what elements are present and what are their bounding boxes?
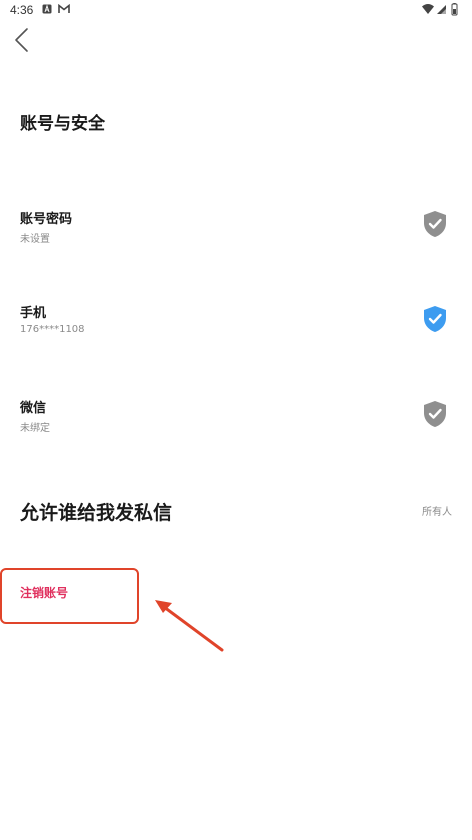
wechat-row[interactable]: 微信 未绑定 (0, 397, 472, 457)
password-row[interactable]: 账号密码 未设置 (0, 208, 472, 268)
private-message-row[interactable]: 允许谁给我发私信 所有人 (0, 492, 472, 528)
shield-check-icon (424, 306, 446, 332)
a-icon (42, 4, 52, 14)
password-status: 未设置 (20, 234, 50, 245)
chevron-left-icon (15, 28, 28, 52)
phone-title: 手机 (20, 306, 47, 321)
wechat-title: 微信 (20, 401, 47, 416)
status-icons (422, 3, 458, 16)
password-title: 账号密码 (20, 212, 73, 227)
battery-icon (451, 3, 458, 16)
phone-row[interactable]: 手机 176****1108 (0, 302, 472, 362)
status-time: 4:36 (10, 3, 34, 17)
shield-check-icon (424, 401, 446, 427)
cancel-account-button[interactable]: 注销账号 (20, 584, 68, 601)
annotation-arrow-icon (155, 600, 224, 652)
shield-check-icon (424, 211, 446, 237)
wechat-status: 未绑定 (20, 423, 50, 434)
back-button[interactable] (8, 26, 36, 54)
status-bar: 4:36 (0, 0, 472, 20)
wifi-icon (422, 4, 434, 14)
page-title: 账号与安全 (20, 114, 105, 134)
gmail-icon (58, 4, 70, 13)
private-message-title: 允许谁给我发私信 (20, 502, 173, 524)
phone-number: 176****1108 (20, 324, 85, 335)
private-message-value: 所有人 (422, 507, 452, 518)
signal-icon (437, 5, 446, 14)
